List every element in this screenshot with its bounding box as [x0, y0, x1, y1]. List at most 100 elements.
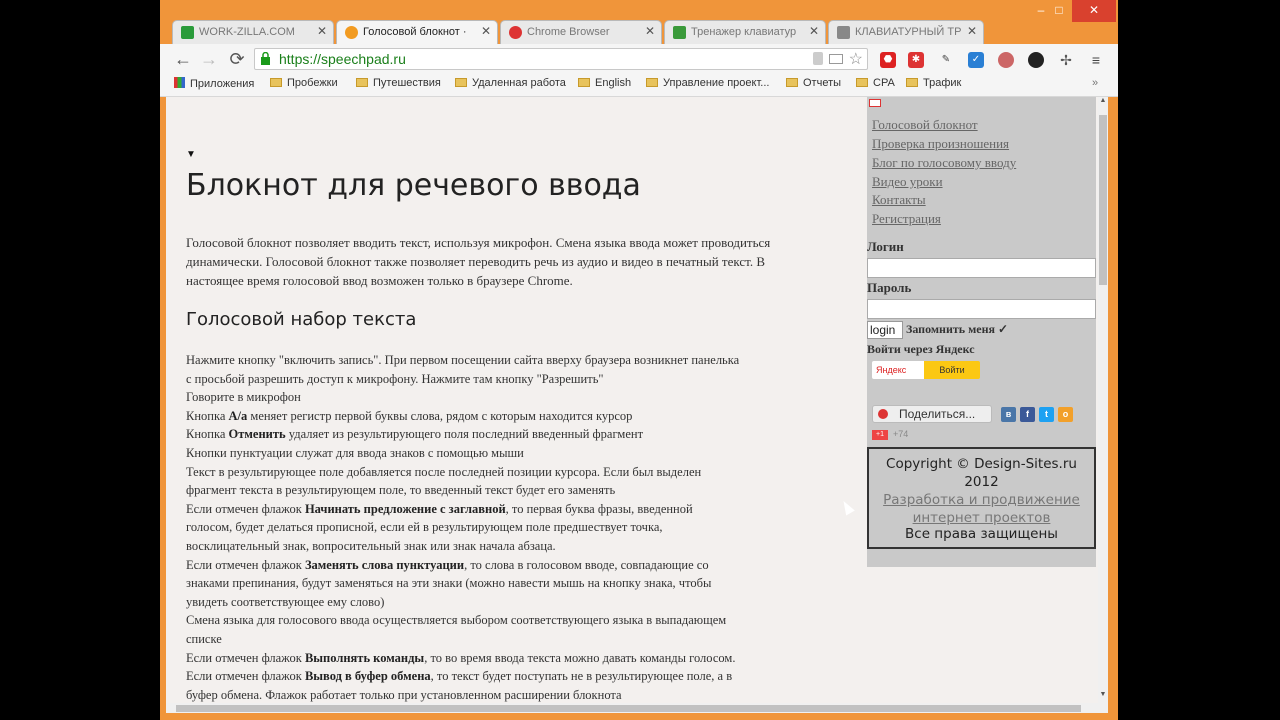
bookmark-folder[interactable]: Отчеты: [786, 77, 841, 89]
vertical-scrollbar[interactable]: ▲ ▼: [1098, 97, 1108, 703]
yandex-login-button[interactable]: Яндекс Войти: [872, 361, 980, 379]
instruction-pre: восклицательный знак, вопросительный зна…: [186, 538, 556, 553]
copyright-text: Copyright © Design-Sites.ru 2012: [886, 456, 1077, 490]
reload-button[interactable]: ⟳: [226, 48, 248, 70]
instructions-text: Нажмите кнопку "включить запись". При пе…: [186, 351, 858, 703]
close-tab-icon[interactable]: ✕: [967, 24, 977, 38]
sidebar-link-contacts[interactable]: Контакты: [872, 192, 926, 208]
sidebar-link-video[interactable]: Видео уроки: [872, 174, 943, 190]
translate-icon[interactable]: ✓: [968, 52, 984, 68]
chrome-icon: [509, 26, 522, 39]
tab-workzilla[interactable]: WORK-ZILLA.COM ✕: [172, 20, 334, 44]
close-tab-icon[interactable]: ✕: [481, 24, 491, 38]
tab-label: WORK-ZILLA.COM: [199, 26, 295, 38]
address-bar[interactable]: https://speechpad.ru ☆: [254, 48, 868, 70]
instruction-pre: Нажмите кнопку "включить запись". При пе…: [186, 353, 740, 367]
bookmark-folder[interactable]: Трафик: [906, 77, 961, 89]
password-label: Пароль: [867, 280, 912, 295]
forward-button[interactable]: →: [198, 48, 220, 70]
instruction-line: увидеть соответствующее ему слово): [186, 593, 858, 612]
tab-chrome-browser[interactable]: Chrome Browser ✕: [500, 20, 662, 44]
password-input[interactable]: [867, 299, 1096, 319]
bookmark-label: Путешествия: [373, 77, 441, 89]
tab-keyboard-trainer-2[interactable]: КЛАВИАТУРНЫЙ ТР ✕: [828, 20, 984, 44]
bookmarks-overflow-button[interactable]: »: [1092, 77, 1098, 89]
tab-label: Тренажер клавиатур: [691, 26, 797, 38]
instruction-pre: списке: [186, 631, 222, 646]
close-window-button[interactable]: ✕: [1072, 0, 1116, 22]
sidebar-link-register[interactable]: Регистрация: [872, 211, 941, 227]
odnoklassniki-icon[interactable]: o: [1058, 407, 1073, 422]
instruction-post: , то во время ввода текста можно давать …: [424, 650, 736, 665]
instruction-line: Если отмечен флажок Вывод в буфер обмена…: [186, 667, 858, 686]
bookmark-folder[interactable]: CPA: [856, 77, 895, 89]
login-input[interactable]: [867, 258, 1096, 278]
page-title: Блокнот для речевого ввода: [186, 168, 641, 203]
horizontal-scrollbar[interactable]: [166, 703, 1108, 713]
remember-me-checkbox[interactable]: Запомнить меня ✓: [906, 322, 1008, 337]
instruction-pre: Смена языка для голосового ввода осущест…: [186, 613, 727, 628]
bookmark-folder[interactable]: Пробежки: [270, 77, 338, 89]
scrollbar-thumb[interactable]: [176, 705, 1081, 712]
bookmark-label: Удаленная работа: [472, 77, 566, 89]
bookmark-folder[interactable]: Удаленная работа: [455, 77, 566, 89]
sidebar-link-voice-notepad[interactable]: Голосовой блокнот: [872, 117, 978, 133]
login-label: Логин: [867, 239, 904, 254]
bookmark-folder[interactable]: Управление проект...: [646, 77, 769, 89]
share-button[interactable]: Поделиться...: [872, 405, 992, 423]
sidebar-link-blog[interactable]: Блог по голосовому вводу: [872, 155, 1016, 171]
instruction-pre: Текст в результирующее поле добавляется …: [186, 464, 702, 479]
instruction-pre: голосом, будет делаться прописной, если …: [186, 520, 663, 535]
bookmark-label: Трафик: [923, 77, 962, 89]
instruction-pre: увидеть соответствующее ему слово): [186, 594, 385, 609]
sidebar-menu-icon: [869, 99, 881, 107]
folder-icon: [270, 78, 282, 87]
instruction-bold: Вывод в буфер обмена: [304, 669, 431, 684]
shield-icon[interactable]: [813, 52, 823, 65]
bookmark-folder[interactable]: English: [578, 77, 631, 89]
bookmark-folder[interactable]: Путешествия: [356, 77, 441, 89]
scroll-down-icon[interactable]: ▼: [1098, 691, 1108, 698]
close-tab-icon[interactable]: ✕: [809, 24, 819, 38]
yandex-login-button-label: Войти: [924, 361, 980, 379]
instruction-pre: Если отмечен флажок: [186, 501, 305, 516]
maximize-button[interactable]: □: [1046, 0, 1072, 22]
menu-icon[interactable]: ≡: [1088, 52, 1104, 68]
close-tab-icon[interactable]: ✕: [645, 24, 655, 38]
vk-icon[interactable]: в: [1001, 407, 1016, 422]
lock-icon: [261, 52, 270, 65]
instruction-pre: Если отмечен флажок: [186, 669, 305, 684]
instruction-line: Если отмечен флажок Выполнять команды, т…: [186, 649, 858, 668]
gplus-button[interactable]: +1: [872, 430, 888, 440]
scroll-up-icon[interactable]: ▲: [1098, 97, 1108, 104]
sidebar-link-pronunciation[interactable]: Проверка произношения: [872, 136, 1009, 152]
instruction-line: Нажмите кнопку "включить запись". При пе…: [186, 351, 858, 370]
bookmark-label: English: [595, 77, 632, 89]
tab-speechpad[interactable]: Голосовой блокнот · ✕: [336, 20, 498, 44]
tab-label: КЛАВИАТУРНЫЙ ТР: [855, 26, 962, 38]
adblock-icon[interactable]: ⬣: [880, 52, 896, 68]
bookmark-label: Отчеты: [803, 77, 842, 89]
collapse-triangle-icon[interactable]: ▼: [186, 149, 196, 160]
login-button[interactable]: login: [867, 321, 903, 339]
instruction-pre: знаками препинания, будут заменяться на …: [186, 576, 712, 591]
instruction-pre: с просьбой разрешить доступ к микрофону.…: [186, 371, 604, 386]
window-icon[interactable]: [829, 54, 843, 64]
instruction-post: , то первая буква фразы, введенной: [505, 501, 693, 516]
scrollbar-thumb[interactable]: [1099, 115, 1107, 285]
close-tab-icon[interactable]: ✕: [317, 24, 327, 38]
pen-icon[interactable]: ✎: [938, 52, 954, 68]
twitter-icon[interactable]: t: [1039, 407, 1054, 422]
star-icon[interactable]: ☆: [849, 49, 863, 69]
lastpass-icon[interactable]: ✱: [908, 52, 924, 68]
instruction-line: Кнопки пунктуации служат для ввода знако…: [186, 444, 858, 463]
record-icon[interactable]: [998, 52, 1014, 68]
facebook-icon[interactable]: f: [1020, 407, 1035, 422]
puzzle-icon[interactable]: ✢: [1058, 52, 1074, 68]
bookmark-apps[interactable]: Приложения: [174, 77, 254, 90]
tab-keyboard-trainer[interactable]: Тренажер клавиатур ✕: [664, 20, 826, 44]
back-button[interactable]: ←: [172, 48, 194, 70]
camera-icon[interactable]: [1028, 52, 1044, 68]
dev-link[interactable]: Разработка и продвижение интернет проект…: [869, 491, 1094, 527]
instruction-line: Текст в результирующее поле добавляется …: [186, 463, 858, 482]
